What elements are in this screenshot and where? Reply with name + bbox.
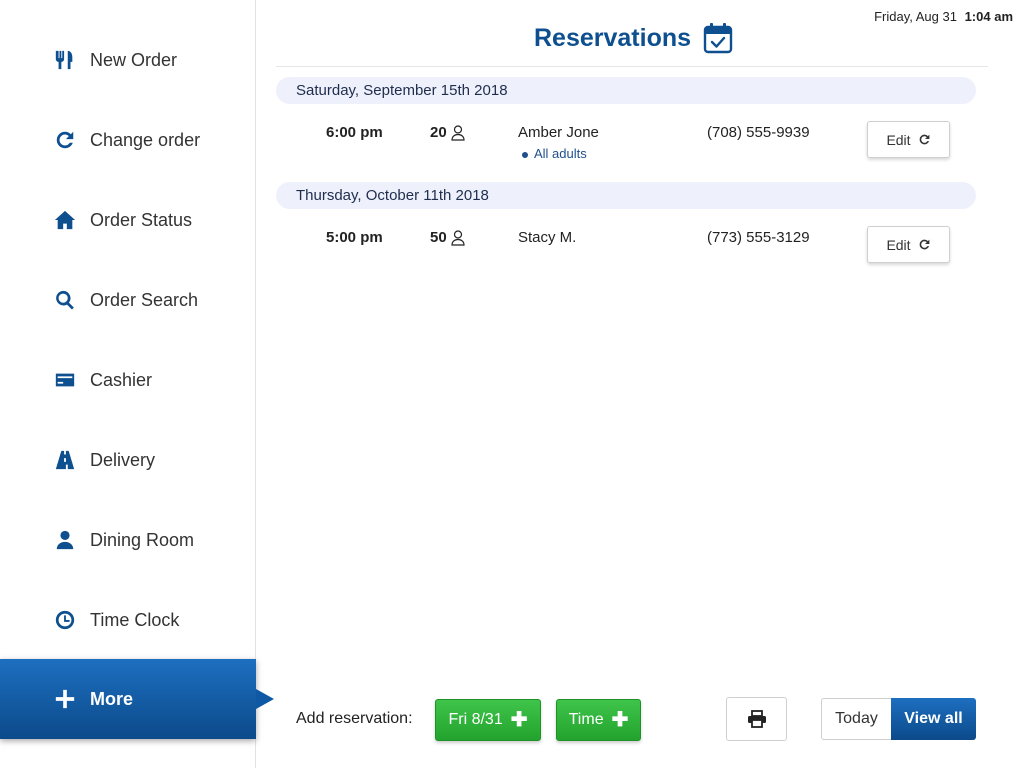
- home-icon: [53, 208, 77, 232]
- plus-icon: ✚: [611, 709, 629, 731]
- sidebar-item-delivery[interactable]: Delivery: [0, 420, 256, 500]
- sidebar-item-label: New Order: [90, 49, 178, 70]
- sidebar-item-label: Change order: [90, 129, 201, 150]
- plus-icon: ✚: [510, 709, 528, 731]
- party-count: 20: [430, 124, 447, 141]
- refresh-icon: [919, 239, 929, 250]
- edit-reservation-button[interactable]: Edit: [867, 226, 950, 263]
- sidebar-item-cashier[interactable]: Cashier: [0, 340, 256, 420]
- reservation-note-text: All adults: [534, 146, 587, 161]
- reservation-party-size: 20: [430, 124, 465, 141]
- sidebar-item-label: More: [90, 688, 134, 709]
- current-date: Friday, Aug 31: [874, 9, 957, 24]
- edit-button-label: Edit: [886, 131, 911, 148]
- view-all-filter-button[interactable]: View all: [891, 698, 976, 740]
- sidebar-item-label: Cashier: [90, 369, 153, 390]
- sidebar-item-new-order[interactable]: New Order: [0, 20, 256, 100]
- sidebar-item-time-clock[interactable]: Time Clock: [0, 580, 256, 660]
- printer-icon: [747, 710, 766, 728]
- sidebar-item-label: Delivery: [90, 449, 156, 470]
- reservation-time: 5:00 pm: [326, 229, 383, 246]
- time-button-label: Time: [568, 711, 604, 728]
- sidebar-item-order-status[interactable]: Order Status: [0, 180, 256, 260]
- page-title: Reservations: [534, 23, 692, 52]
- reservation-row: 6:00 pm 20 Amber Jone All adults (708) 5…: [276, 121, 976, 171]
- road-icon: [53, 448, 77, 472]
- credit-card-icon: [53, 368, 77, 392]
- header-divider: [276, 66, 988, 67]
- refresh-icon: [919, 134, 929, 145]
- reservation-phone: (773) 555-3129: [707, 229, 810, 246]
- print-button[interactable]: [726, 697, 787, 741]
- reservation-time: 6:00 pm: [326, 124, 383, 141]
- person-outline-icon: [451, 229, 465, 246]
- reservation-party-size: 50: [430, 229, 465, 246]
- current-time: 1:04 am: [964, 9, 1013, 24]
- add-reservation-time-button[interactable]: Time ✚: [556, 699, 641, 741]
- reservation-row: 5:00 pm 50 Stacy M. (773) 555-3129 Edit: [276, 226, 976, 276]
- sidebar-item-change-order[interactable]: Change order: [0, 100, 256, 180]
- fork-knife-icon: [53, 48, 77, 72]
- app-root: New Order Change order Order Status Orde…: [0, 0, 1024, 768]
- date-button-label: Fri 8/31: [448, 711, 503, 728]
- add-reservation-label: Add reservation:: [296, 710, 413, 727]
- reservation-phone: (708) 555-9939: [707, 124, 810, 141]
- search-icon: [53, 288, 77, 312]
- sidebar-item-label: Order Search: [90, 289, 199, 310]
- sidebar-item-dining-room[interactable]: Dining Room: [0, 500, 256, 580]
- sidebar-item-label: Time Clock: [90, 609, 180, 630]
- current-datetime: Friday, Aug 31 1:04 am: [874, 9, 1013, 24]
- bullet-dot-icon: [522, 151, 528, 158]
- sidebar-item-order-search[interactable]: Order Search: [0, 260, 256, 340]
- clock-icon: [53, 608, 77, 632]
- plus-icon: [53, 687, 77, 711]
- sidebar-item-label: Dining Room: [90, 529, 195, 550]
- sidebar-item-more[interactable]: More: [0, 659, 274, 739]
- calendar-check-icon: [703, 23, 733, 54]
- sidebar: New Order Change order Order Status Orde…: [0, 0, 274, 768]
- today-filter-button[interactable]: Today: [821, 698, 891, 740]
- edit-button-label: Edit: [886, 236, 911, 253]
- reservation-guest-name: Stacy M.: [518, 229, 577, 246]
- reservation-note: All adults: [522, 146, 587, 161]
- person-outline-icon: [451, 124, 465, 141]
- reservation-date-header: Thursday, October 11th 2018: [276, 182, 976, 209]
- sidebar-item-label: Order Status: [90, 209, 193, 230]
- reservation-date-header: Saturday, September 15th 2018: [276, 77, 976, 104]
- party-count: 50: [430, 229, 447, 246]
- page-header: Reservations: [534, 20, 733, 56]
- user-icon: [53, 528, 77, 552]
- reservation-guest-name: Amber Jone: [518, 124, 599, 141]
- add-reservation-date-button[interactable]: Fri 8/31 ✚: [435, 699, 541, 741]
- refresh-icon: [53, 128, 77, 152]
- edit-reservation-button[interactable]: Edit: [867, 121, 950, 158]
